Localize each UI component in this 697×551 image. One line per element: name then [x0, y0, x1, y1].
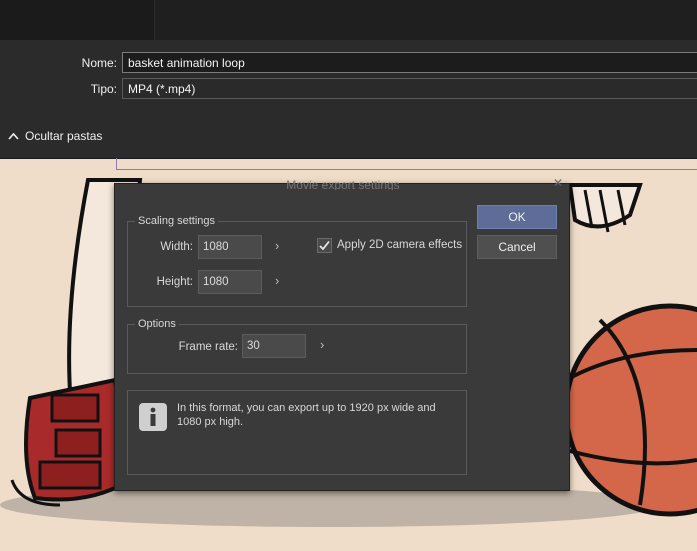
movie-export-settings-dialog: Movie export settings ✕ Scaling settings… — [114, 176, 570, 491]
scaling-settings-title: Scaling settings — [135, 214, 219, 228]
chevron-up-icon — [8, 132, 19, 140]
frame-rate-input[interactable]: 30 — [242, 334, 306, 358]
save-dialog-topbar — [0, 0, 697, 40]
file-name-input[interactable]: basket animation loop — [122, 52, 697, 73]
file-type-label: Tipo: — [90, 82, 117, 96]
save-file-dialog: Nome: basket animation loop Tipo: MP4 (*… — [0, 0, 697, 159]
width-input[interactable]: 1080 — [198, 235, 262, 259]
navigation-pane[interactable] — [0, 0, 155, 40]
info-icon — [139, 403, 167, 431]
info-text: In this format, you can export up to 192… — [177, 402, 436, 428]
selection-outline — [116, 158, 697, 170]
hide-folders-button[interactable]: Ocultar pastas — [8, 126, 102, 146]
ok-button[interactable]: OK — [477, 205, 557, 229]
info-box: In this format, you can export up to 192… — [127, 390, 467, 475]
cancel-button[interactable]: Cancel — [477, 235, 557, 259]
frame-rate-arrow-button[interactable]: › — [320, 338, 332, 352]
hide-folders-label: Ocultar pastas — [25, 129, 103, 143]
width-arrow-button[interactable]: › — [275, 239, 287, 253]
file-type-select[interactable]: MP4 (*.mp4) — [122, 78, 697, 99]
height-input[interactable]: 1080 — [198, 270, 262, 294]
height-arrow-button[interactable]: › — [275, 274, 287, 288]
close-icon[interactable]: ✕ — [553, 176, 563, 190]
width-label: Width: — [160, 241, 193, 253]
file-name-label: Nome: — [81, 56, 117, 70]
options-title: Options — [135, 317, 179, 331]
camera-effects-checkbox[interactable] — [317, 238, 332, 253]
checkmark-icon — [319, 240, 330, 251]
scaling-settings-group: Scaling settings — [127, 214, 467, 307]
camera-effects-label: Apply 2D camera effects — [337, 239, 463, 251]
frame-rate-label: Frame rate: — [178, 341, 238, 353]
dialog-title: Movie export settings — [286, 178, 400, 190]
height-label: Height: — [156, 276, 193, 288]
